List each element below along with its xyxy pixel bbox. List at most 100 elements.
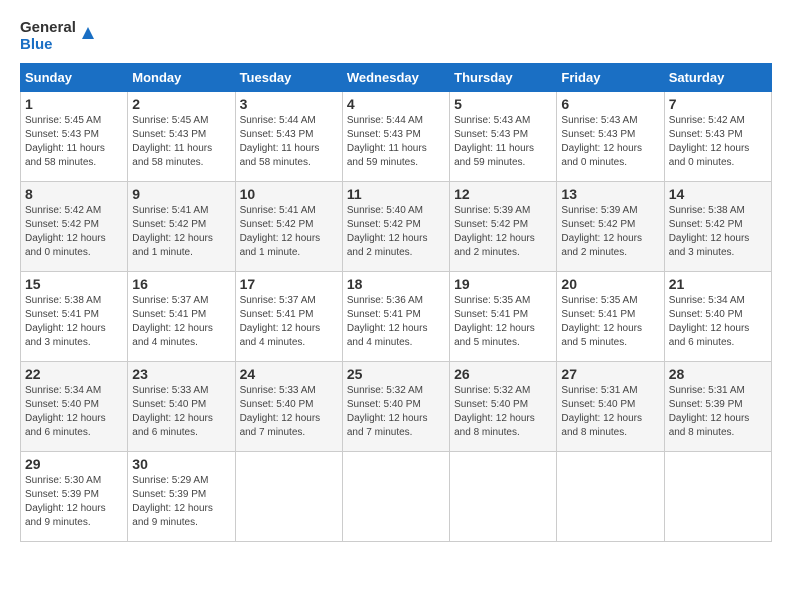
calendar-day-1: 1Sunrise: 5:45 AMSunset: 5:43 PMDaylight… [21, 92, 128, 182]
day-number: 30 [132, 456, 230, 472]
calendar-day-9: 9 Sunrise: 5:41 AMSunset: 5:42 PMDaylight… [128, 182, 235, 272]
day-number: 27 [561, 366, 659, 382]
day-info: Sunrise: 5:36 AMSunset: 5:41 PMDaylight:… [347, 294, 445, 350]
day-info: Sunrise: 5:34 AMSunset: 5:40 PMDaylight:… [25, 384, 123, 440]
day-info: Sunrise: 5:38 AMSunset: 5:42 PMDaylight:… [669, 204, 767, 260]
calendar-day-23: 23 Sunrise: 5:33 AMSunset: 5:40 PMDayligh… [128, 362, 235, 452]
day-info: Sunrise: 5:41 AMSunset: 5:42 PMDaylight:… [132, 204, 230, 260]
day-number: 14 [669, 186, 767, 202]
day-number: 7 [669, 96, 767, 112]
day-number: 19 [454, 276, 552, 292]
day-info: Sunrise: 5:45 AMSunset: 5:43 PMDaylight:… [25, 114, 123, 170]
day-info: Sunrise: 5:42 AMSunset: 5:42 PMDaylight:… [25, 204, 123, 260]
calendar-day-25: 25Sunrise: 5:32 AMSunset: 5:40 PMDayligh… [342, 362, 449, 452]
day-header-monday: Monday [128, 64, 235, 92]
logo: General Blue [20, 20, 98, 53]
calendar-day-17: 17 Sunrise: 5:37 AMSunset: 5:41 PMDayligh… [235, 272, 342, 362]
empty-cell [235, 452, 342, 542]
day-number: 11 [347, 186, 445, 202]
calendar-day-13: 13 Sunrise: 5:39 AMSunset: 5:42 PMDayligh… [557, 182, 664, 272]
calendar-day-2: 2Sunrise: 5:45 AMSunset: 5:43 PMDaylight… [128, 92, 235, 182]
day-number: 8 [25, 186, 123, 202]
calendar-day-11: 11 Sunrise: 5:40 AMSunset: 5:42 PMDayligh… [342, 182, 449, 272]
empty-cell [450, 452, 557, 542]
day-info: Sunrise: 5:42 AMSunset: 5:43 PMDaylight:… [669, 114, 767, 170]
calendar-day-12: 12 Sunrise: 5:39 AMSunset: 5:42 PMDayligh… [450, 182, 557, 272]
day-info: Sunrise: 5:31 AMSunset: 5:40 PMDaylight:… [561, 384, 659, 440]
day-number: 22 [25, 366, 123, 382]
calendar-day-6: 6Sunrise: 5:43 AMSunset: 5:43 PMDaylight… [557, 92, 664, 182]
day-number: 29 [25, 456, 123, 472]
calendar-day-18: 18 Sunrise: 5:36 AMSunset: 5:41 PMDayligh… [342, 272, 449, 362]
calendar-day-10: 10Sunrise: 5:41 AMSunset: 5:42 PMDayligh… [235, 182, 342, 272]
day-info: Sunrise: 5:39 AMSunset: 5:42 PMDaylight:… [561, 204, 659, 260]
calendar-week-4: 22 Sunrise: 5:34 AMSunset: 5:40 PMDayligh… [21, 362, 772, 452]
day-info: Sunrise: 5:29 AMSunset: 5:39 PMDaylight:… [132, 474, 230, 530]
calendar-day-27: 27 Sunrise: 5:31 AMSunset: 5:40 PMDayligh… [557, 362, 664, 452]
day-number: 24 [240, 366, 338, 382]
calendar-week-1: 1Sunrise: 5:45 AMSunset: 5:43 PMDaylight… [21, 92, 772, 182]
day-info: Sunrise: 5:41 AMSunset: 5:42 PMDaylight:… [240, 204, 338, 260]
calendar-day-22: 22 Sunrise: 5:34 AMSunset: 5:40 PMDayligh… [21, 362, 128, 452]
day-info: Sunrise: 5:37 AMSunset: 5:41 PMDaylight:… [240, 294, 338, 350]
logo-mark: General Blue [20, 20, 98, 53]
logo-chevron-icon [78, 23, 98, 43]
day-info: Sunrise: 5:32 AMSunset: 5:40 PMDaylight:… [454, 384, 552, 440]
day-info: Sunrise: 5:43 AMSunset: 5:43 PMDaylight:… [454, 114, 552, 170]
calendar-body: 1Sunrise: 5:45 AMSunset: 5:43 PMDaylight… [21, 92, 772, 542]
day-number: 17 [240, 276, 338, 292]
day-number: 13 [561, 186, 659, 202]
calendar-week-5: 29 Sunrise: 5:30 AMSunset: 5:39 PMDayligh… [21, 452, 772, 542]
calendar-day-8: 8 Sunrise: 5:42 AMSunset: 5:42 PMDaylight… [21, 182, 128, 272]
day-info: Sunrise: 5:39 AMSunset: 5:42 PMDaylight:… [454, 204, 552, 260]
day-number: 16 [132, 276, 230, 292]
day-number: 23 [132, 366, 230, 382]
day-header-sunday: Sunday [21, 64, 128, 92]
day-number: 21 [669, 276, 767, 292]
calendar-day-20: 20 Sunrise: 5:35 AMSunset: 5:41 PMDayligh… [557, 272, 664, 362]
calendar-day-5: 5 Sunrise: 5:43 AMSunset: 5:43 PMDaylight… [450, 92, 557, 182]
calendar-day-4: 4Sunrise: 5:44 AMSunset: 5:43 PMDaylight… [342, 92, 449, 182]
calendar-day-16: 16 Sunrise: 5:37 AMSunset: 5:41 PMDayligh… [128, 272, 235, 362]
calendar-day-15: 15Sunrise: 5:38 AMSunset: 5:41 PMDayligh… [21, 272, 128, 362]
calendar-day-19: 19 Sunrise: 5:35 AMSunset: 5:41 PMDayligh… [450, 272, 557, 362]
day-number: 26 [454, 366, 552, 382]
day-number: 2 [132, 96, 230, 112]
day-header-tuesday: Tuesday [235, 64, 342, 92]
day-number: 18 [347, 276, 445, 292]
calendar-day-3: 3Sunrise: 5:44 AMSunset: 5:43 PMDaylight… [235, 92, 342, 182]
day-number: 9 [132, 186, 230, 202]
empty-cell [342, 452, 449, 542]
day-info: Sunrise: 5:30 AMSunset: 5:39 PMDaylight:… [25, 474, 123, 530]
calendar-day-7: 7 Sunrise: 5:42 AMSunset: 5:43 PMDaylight… [664, 92, 771, 182]
calendar-day-28: 28Sunrise: 5:31 AMSunset: 5:39 PMDayligh… [664, 362, 771, 452]
day-info: Sunrise: 5:35 AMSunset: 5:41 PMDaylight:… [561, 294, 659, 350]
header-row: SundayMondayTuesdayWednesdayThursdayFrid… [21, 64, 772, 92]
day-number: 12 [454, 186, 552, 202]
day-info: Sunrise: 5:35 AMSunset: 5:41 PMDaylight:… [454, 294, 552, 350]
day-info: Sunrise: 5:33 AMSunset: 5:40 PMDaylight:… [132, 384, 230, 440]
calendar-week-2: 8 Sunrise: 5:42 AMSunset: 5:42 PMDaylight… [21, 182, 772, 272]
day-header-friday: Friday [557, 64, 664, 92]
calendar-day-30: 30 Sunrise: 5:29 AMSunset: 5:39 PMDayligh… [128, 452, 235, 542]
calendar-day-21: 21Sunrise: 5:34 AMSunset: 5:40 PMDayligh… [664, 272, 771, 362]
calendar-day-26: 26 Sunrise: 5:32 AMSunset: 5:40 PMDayligh… [450, 362, 557, 452]
day-info: Sunrise: 5:43 AMSunset: 5:43 PMDaylight:… [561, 114, 659, 170]
page-header: General Blue [20, 20, 772, 53]
day-info: Sunrise: 5:44 AMSunset: 5:43 PMDaylight:… [347, 114, 445, 170]
day-info: Sunrise: 5:38 AMSunset: 5:41 PMDaylight:… [25, 294, 123, 350]
day-header-saturday: Saturday [664, 64, 771, 92]
day-number: 5 [454, 96, 552, 112]
empty-cell [557, 452, 664, 542]
calendar-header: SundayMondayTuesdayWednesdayThursdayFrid… [21, 64, 772, 92]
calendar-day-29: 29 Sunrise: 5:30 AMSunset: 5:39 PMDayligh… [21, 452, 128, 542]
calendar-day-24: 24Sunrise: 5:33 AMSunset: 5:40 PMDayligh… [235, 362, 342, 452]
day-number: 20 [561, 276, 659, 292]
day-info: Sunrise: 5:37 AMSunset: 5:41 PMDaylight:… [132, 294, 230, 350]
day-number: 3 [240, 96, 338, 112]
calendar-table: SundayMondayTuesdayWednesdayThursdayFrid… [20, 63, 772, 542]
empty-cell [664, 452, 771, 542]
day-info: Sunrise: 5:40 AMSunset: 5:42 PMDaylight:… [347, 204, 445, 260]
logo-text: General Blue [20, 20, 76, 53]
calendar-day-14: 14 Sunrise: 5:38 AMSunset: 5:42 PMDayligh… [664, 182, 771, 272]
